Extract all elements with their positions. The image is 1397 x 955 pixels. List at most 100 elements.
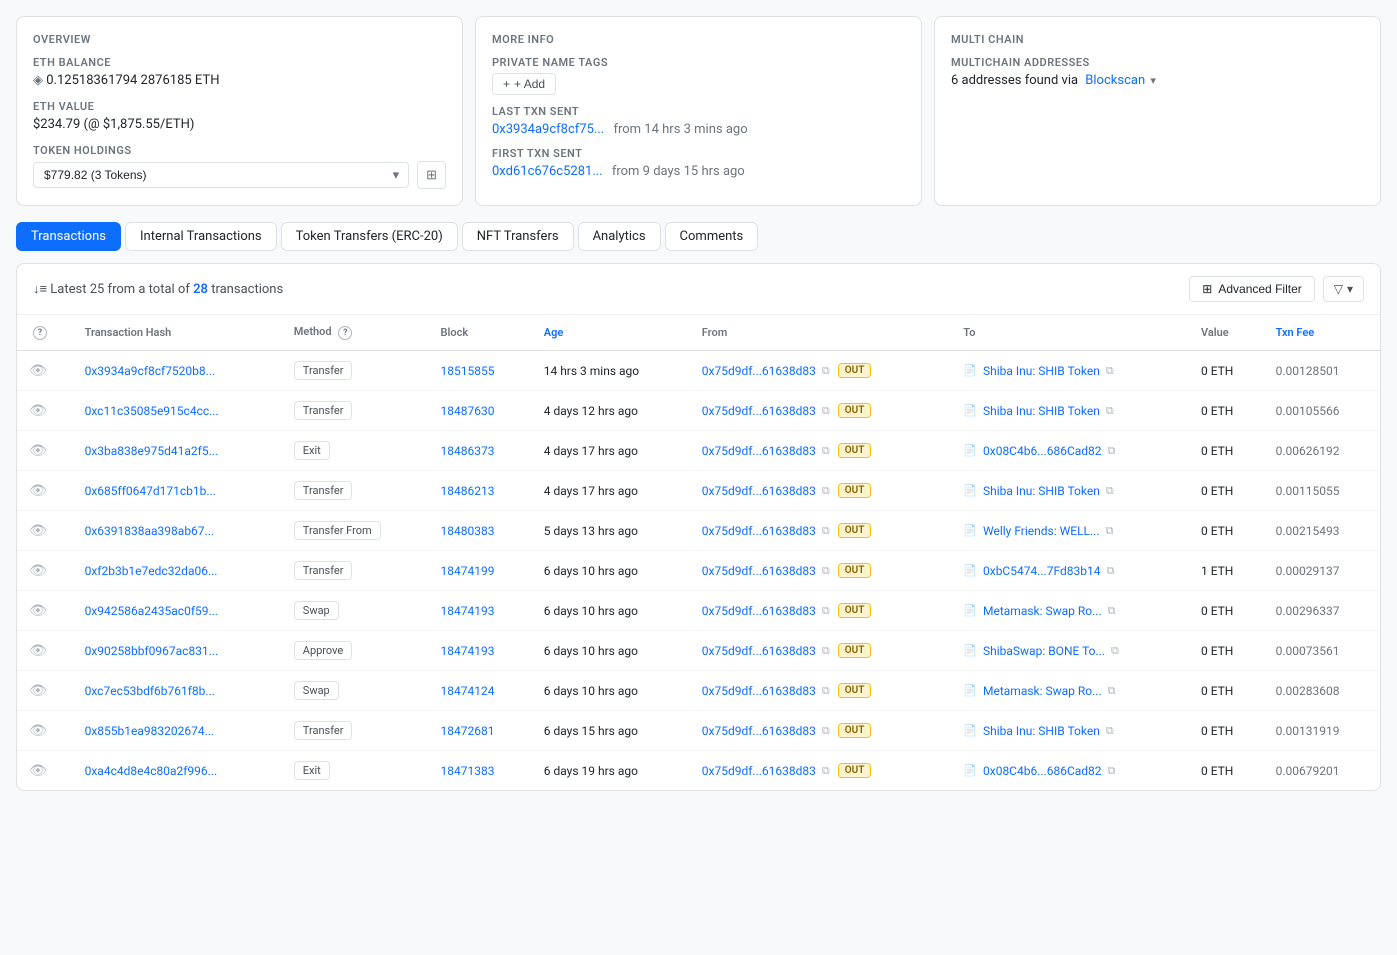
from-address-link[interactable]: 0x75d9df...61638d83 [702, 644, 816, 658]
tx-hash-link[interactable]: 0x942586a2435ac0f59... [85, 604, 218, 618]
from-address-link[interactable]: 0x75d9df...61638d83 [702, 764, 816, 778]
from-copy-icon[interactable]: ⧉ [822, 644, 830, 658]
from-address-link[interactable]: 0x75d9df...61638d83 [702, 524, 816, 538]
token-select-wrapper[interactable]: $779.82 (3 Tokens) [33, 162, 409, 188]
block-link[interactable]: 18486373 [441, 444, 495, 458]
from-copy-icon[interactable]: ⧉ [822, 684, 830, 698]
tx-hash-link[interactable]: 0xc11c35085e915c4cc... [85, 404, 219, 418]
tab-comments[interactable]: Comments [665, 222, 759, 251]
to-copy-icon[interactable]: ⧉ [1108, 444, 1116, 458]
eye-icon[interactable]: 👁 [29, 523, 47, 539]
block-link[interactable]: 18474193 [441, 604, 495, 618]
row-txnfee-cell: 0.00131919 [1264, 711, 1380, 751]
tx-hash-link[interactable]: 0x3934a9cf8cf7520b8... [85, 364, 216, 378]
eye-icon[interactable]: 👁 [29, 363, 47, 379]
total-count[interactable]: 28 [193, 282, 208, 297]
row-age-cell: 6 days 10 hrs ago [532, 671, 690, 711]
to-address-link[interactable]: Metamask: Swap Ro... [983, 604, 1102, 618]
eye-icon[interactable]: 👁 [29, 603, 47, 619]
from-copy-icon[interactable]: ⧉ [822, 524, 830, 538]
from-address-link[interactable]: 0x75d9df...61638d83 [702, 404, 816, 418]
tab-transactions[interactable]: Transactions [16, 222, 121, 251]
from-copy-icon[interactable]: ⧉ [822, 364, 830, 378]
first-txn-hash[interactable]: 0xd61c676c5281... [492, 164, 603, 179]
from-copy-icon[interactable]: ⧉ [822, 724, 830, 738]
to-address-link[interactable]: 0x08C4b6...686Cad82 [983, 444, 1102, 458]
eye-icon[interactable]: 👁 [29, 683, 47, 699]
from-address-link[interactable]: 0x75d9df...61638d83 [702, 444, 816, 458]
to-address-link[interactable]: Shiba Inu: SHIB Token [983, 724, 1100, 738]
from-address-link[interactable]: 0x75d9df...61638d83 [702, 724, 816, 738]
to-copy-icon[interactable]: ⧉ [1108, 604, 1116, 618]
to-address-link[interactable]: 0xbC5474...7Fd83b14 [983, 564, 1100, 578]
tab-token-transfers[interactable]: Token Transfers (ERC-20) [281, 222, 458, 251]
tx-hash-link[interactable]: 0x90258bbf0967ac831... [85, 644, 219, 658]
tab-nft-transfers[interactable]: NFT Transfers [462, 222, 574, 251]
to-copy-icon[interactable]: ⧉ [1108, 764, 1116, 778]
blockscan-link[interactable]: Blockscan [1085, 73, 1145, 88]
from-copy-icon[interactable]: ⧉ [822, 444, 830, 458]
token-view-icon-btn[interactable]: ⊞ [417, 161, 446, 189]
last-txn-hash[interactable]: 0x3934a9cf8cf75... [492, 122, 604, 137]
eye-icon[interactable]: 👁 [29, 563, 47, 579]
to-copy-icon[interactable]: ⧉ [1106, 364, 1114, 378]
column-filter-button[interactable]: ▽ ▾ [1323, 276, 1364, 302]
tx-hash-link[interactable]: 0xc7ec53bdf6b761f8b... [85, 684, 215, 698]
from-address-link[interactable]: 0x75d9df...61638d83 [702, 564, 816, 578]
to-address-link[interactable]: Shiba Inu: SHIB Token [983, 484, 1100, 498]
to-address-link[interactable]: Shiba Inu: SHIB Token [983, 364, 1100, 378]
question-icon[interactable]: ? [33, 326, 47, 340]
to-copy-icon[interactable]: ⧉ [1106, 404, 1114, 418]
from-address-link[interactable]: 0x75d9df...61638d83 [702, 364, 816, 378]
from-copy-icon[interactable]: ⧉ [822, 484, 830, 498]
to-address-link[interactable]: Welly Friends: WELL... [983, 524, 1100, 538]
to-copy-icon[interactable]: ⧉ [1106, 524, 1114, 538]
to-copy-icon[interactable]: ⧉ [1106, 564, 1114, 578]
first-txn-label: FIRST TXN SENT [492, 147, 905, 160]
from-address-link[interactable]: 0x75d9df...61638d83 [702, 604, 816, 618]
eye-icon[interactable]: 👁 [29, 723, 47, 739]
to-address-link[interactable]: 0x08C4b6...686Cad82 [983, 764, 1102, 778]
eye-icon[interactable]: 👁 [29, 483, 47, 499]
from-address-link[interactable]: 0x75d9df...61638d83 [702, 684, 816, 698]
block-link[interactable]: 18471383 [441, 764, 495, 778]
to-copy-icon[interactable]: ⧉ [1111, 644, 1119, 658]
block-link[interactable]: 18515855 [441, 364, 495, 378]
from-copy-icon[interactable]: ⧉ [822, 564, 830, 578]
block-link[interactable]: 18474124 [441, 684, 495, 698]
tab-internal-transactions[interactable]: Internal Transactions [125, 222, 277, 251]
advanced-filter-button[interactable]: ⊞ Advanced Filter [1189, 276, 1314, 302]
column-filter-chevron: ▾ [1347, 282, 1353, 296]
add-tag-button[interactable]: + + Add [492, 73, 556, 95]
eye-icon[interactable]: 👁 [29, 763, 47, 779]
to-copy-icon[interactable]: ⧉ [1108, 684, 1116, 698]
row-value-cell: 0 ETH [1189, 391, 1264, 431]
to-copy-icon[interactable]: ⧉ [1106, 724, 1114, 738]
tx-hash-link[interactable]: 0x3ba838e975d41a2f5... [85, 444, 218, 458]
block-link[interactable]: 18486213 [441, 484, 495, 498]
from-copy-icon[interactable]: ⧉ [822, 404, 830, 418]
to-address-link[interactable]: Shiba Inu: SHIB Token [983, 404, 1100, 418]
to-address-link[interactable]: Metamask: Swap Ro... [983, 684, 1102, 698]
tab-analytics[interactable]: Analytics [578, 222, 661, 251]
tx-hash-link[interactable]: 0xf2b3b1e7edc32da06... [85, 564, 218, 578]
eye-icon[interactable]: 👁 [29, 403, 47, 419]
block-link[interactable]: 18474193 [441, 644, 495, 658]
tx-hash-link[interactable]: 0x855b1ea983202674... [85, 724, 215, 738]
method-info-icon[interactable]: ? [338, 326, 352, 340]
from-copy-icon[interactable]: ⧉ [822, 764, 830, 778]
tx-hash-link[interactable]: 0x685ff0647d171cb1b... [85, 484, 216, 498]
token-holdings-select[interactable]: $779.82 (3 Tokens) [33, 162, 409, 188]
to-copy-icon[interactable]: ⧉ [1106, 484, 1114, 498]
from-address-link[interactable]: 0x75d9df...61638d83 [702, 484, 816, 498]
block-link[interactable]: 18480383 [441, 524, 495, 538]
tx-hash-link[interactable]: 0xa4c4d8e4c80a2f996... [85, 764, 218, 778]
block-link[interactable]: 18487630 [441, 404, 495, 418]
block-link[interactable]: 18472681 [441, 724, 495, 738]
block-link[interactable]: 18474199 [441, 564, 495, 578]
to-address-link[interactable]: ShibaSwap: BONE To... [983, 644, 1105, 658]
eye-icon[interactable]: 👁 [29, 443, 47, 459]
eye-icon[interactable]: 👁 [29, 643, 47, 659]
tx-hash-link[interactable]: 0x6391838aa398ab67... [85, 524, 214, 538]
from-copy-icon[interactable]: ⧉ [822, 604, 830, 618]
